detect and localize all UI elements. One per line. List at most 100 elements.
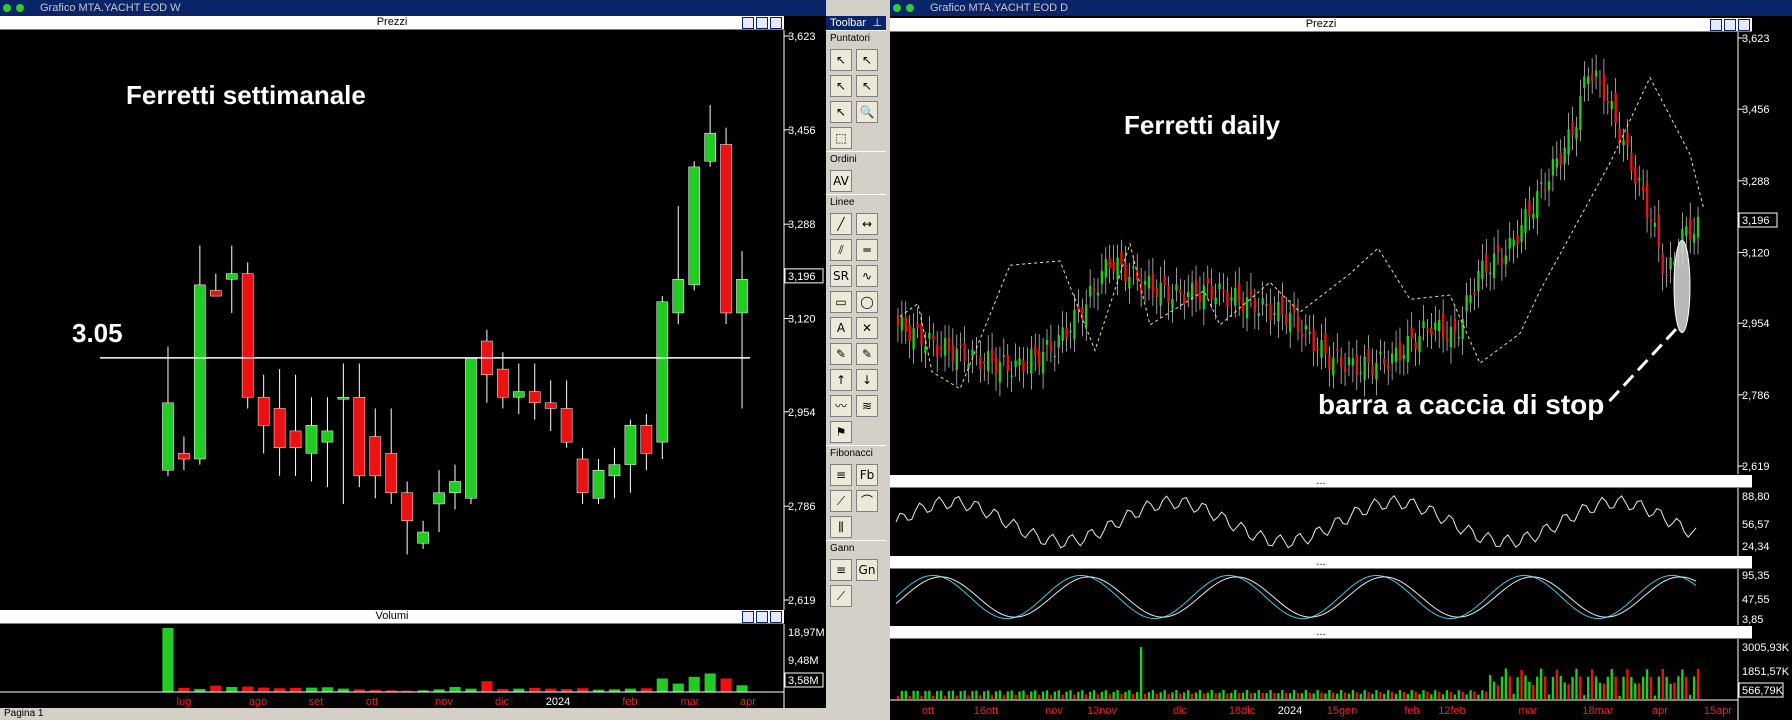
toolbar-tool-button-icon[interactable]: SR [830,265,852,287]
volume-bar [1410,690,1413,699]
volume-bar [1516,677,1519,699]
pane-button-icon[interactable] [770,611,782,623]
toolbar-tool-button-icon[interactable]: ⌒ [856,490,878,512]
toolbar-tool-button-icon[interactable]: Fb [856,464,878,486]
candle-body [1379,351,1382,355]
volume-bar [1045,690,1049,699]
toolbar-tool-button-icon[interactable]: ✎ [830,343,852,365]
daily-stochastic-chart[interactable]: 95,35 47,55 3,85 [890,569,1792,625]
y-tick-label: 3,623 [1742,33,1770,45]
volume-pane-header: ... [890,626,1752,639]
daily-price-chart[interactable]: 3,623 3,456 3,288 3,120 2,954 2,786 2,619 barra… [890,32,1792,474]
candle-body [688,166,701,286]
volume-bar [1524,675,1527,699]
weekly-price-chart[interactable]: 3,623 3,456 3,288 3,120 2,954 2,786 2,619 3.05 F… [0,30,826,610]
candle-body [1610,101,1613,110]
toolbar-tool-button-icon[interactable]: ↖ [856,49,878,71]
candle-body [936,344,939,357]
pane-button-icon[interactable] [1738,19,1750,31]
daily-chart-window[interactable]: Grafico MTA.YACHT EOD D Prezzi 3,623 3,45… [890,0,1792,720]
toolbar-tool-button-icon[interactable]: ▭ [830,291,852,313]
toolbar-tool-button-icon[interactable]: ⚑ [830,421,852,443]
toolbar-tool-button-icon[interactable]: ⫼ [830,516,852,538]
pane-title: Prezzi [376,16,408,28]
toolbar-tool-button-icon[interactable]: ↖ [830,101,852,123]
candle-body [1100,270,1104,285]
toolbar-tool-button-icon[interactable]: AV [830,170,852,192]
volume-bar [920,695,923,699]
volume-bar [1065,691,1068,699]
volume-bar [1649,676,1653,699]
toolbar-tool-button-icon[interactable]: ⟋ [830,585,852,607]
volume-bar [1583,695,1586,699]
candle-body [1226,291,1229,307]
weekly-chart-window[interactable]: Grafico MTA.YACHT EOD W Prezzi 3,623 3,45… [0,0,826,708]
page-tab[interactable]: Pagina 1 [4,708,43,719]
toolbar-tool-button-icon[interactable]: ≡ [830,559,852,581]
candle-body [1426,328,1429,331]
candle-body [1324,333,1327,355]
pane-button-icon[interactable] [756,611,768,623]
candle-body [1285,314,1288,326]
toolbar-tool-button-icon[interactable]: ⫽ [830,239,852,261]
toolbar-tool-button-icon[interactable]: ≋ [856,395,878,417]
toolbar-tool-button-icon[interactable]: ✎ [856,343,878,365]
y-tick-label: 3,288 [1742,176,1770,188]
candle-body [979,356,982,370]
volume-bar [1406,694,1409,699]
pane-button-icon[interactable] [742,611,754,623]
candle-body [1041,351,1045,374]
last-price-label: 3,196 [788,271,816,283]
toolbar-tool-button-icon[interactable]: ◯ [856,291,878,313]
candle-body [194,284,206,460]
pin-icon[interactable]: ⊥ [872,16,882,30]
toolbar-row: ⟋ ⌒ [826,488,886,514]
daily-oscillator-chart[interactable]: 88,80 56,57 24,34 [890,488,1792,556]
toolbar-row: ≡ Fb [826,462,886,488]
pane-button-icon[interactable] [1724,19,1736,31]
status-bar: Pagina 1 [0,708,830,720]
toolbar-tool-button-icon[interactable]: ↖ [830,75,852,97]
toolbar-tool-button-icon[interactable]: ↑ [830,369,852,391]
candle-body [465,357,477,499]
pane-button-icon[interactable] [1710,19,1722,31]
x-tick-label: mar [1519,705,1538,717]
candle-body [1269,302,1272,321]
volume-bar [1128,690,1131,699]
daily-volume-chart[interactable]: 3005,93K 1851,57K 566,79K ott 16ott nov 13nov d… [890,639,1792,720]
candle-body [1037,351,1041,366]
weekly-window-titlebar[interactable]: Grafico MTA.YACHT EOD W [0,0,826,16]
toolbar-tool-button-icon[interactable]: ↖ [856,75,878,97]
pane-button-icon[interactable] [742,17,754,29]
stochastic-d-line [895,576,1697,618]
toolbar-tool-button-icon[interactable]: 🔍 [856,101,878,123]
x-tick-label: ago [249,696,267,708]
y-tick-label: 2,954 [1742,318,1770,330]
pane-button-icon[interactable] [756,17,768,29]
volume-bar [1430,694,1433,699]
candle-body [560,408,573,443]
toolbar-tool-button-icon[interactable]: ✕ [856,317,878,339]
candle-body [401,492,413,522]
toolbar-tool-button-icon[interactable]: ≡ [830,464,852,486]
volume-bar [1539,668,1543,699]
toolbar-tool-button-icon[interactable]: ═ [856,239,878,261]
daily-window-titlebar[interactable]: Grafico MTA.YACHT EOD D [890,0,1792,16]
toolbar-tool-button-icon[interactable]: Gn [856,559,878,581]
toolbar-tool-button-icon[interactable]: ⟋ [830,490,852,512]
toolbar-tool-button-icon[interactable]: ╱ [830,213,852,235]
x-tick-label: feb [1404,705,1419,717]
candle-body [1151,273,1155,293]
indicator-tick-label: 88,80 [1742,491,1770,503]
toolbar-tool-button-icon[interactable]: ⬚ [830,127,852,149]
toolbar-tool-button-icon[interactable]: A [830,317,852,339]
pane-button-icon[interactable] [770,17,782,29]
toolbar-tool-button-icon[interactable]: ↓ [856,369,878,391]
weekly-volume-chart[interactable]: 18,97M 9,48M 3,58M lug ago set ott nov dic 2024 fe… [0,624,826,708]
toolbar-tool-button-icon[interactable]: ∿ [856,265,878,287]
x-tick-label: 18dic [1229,705,1256,717]
toolbar-tool-button-icon[interactable]: 〰 [830,395,852,417]
toolbar-tool-button-icon[interactable]: ↖ [830,49,852,71]
candle-body [1069,330,1072,333]
toolbar-tool-button-icon[interactable]: ↔ [856,213,878,235]
